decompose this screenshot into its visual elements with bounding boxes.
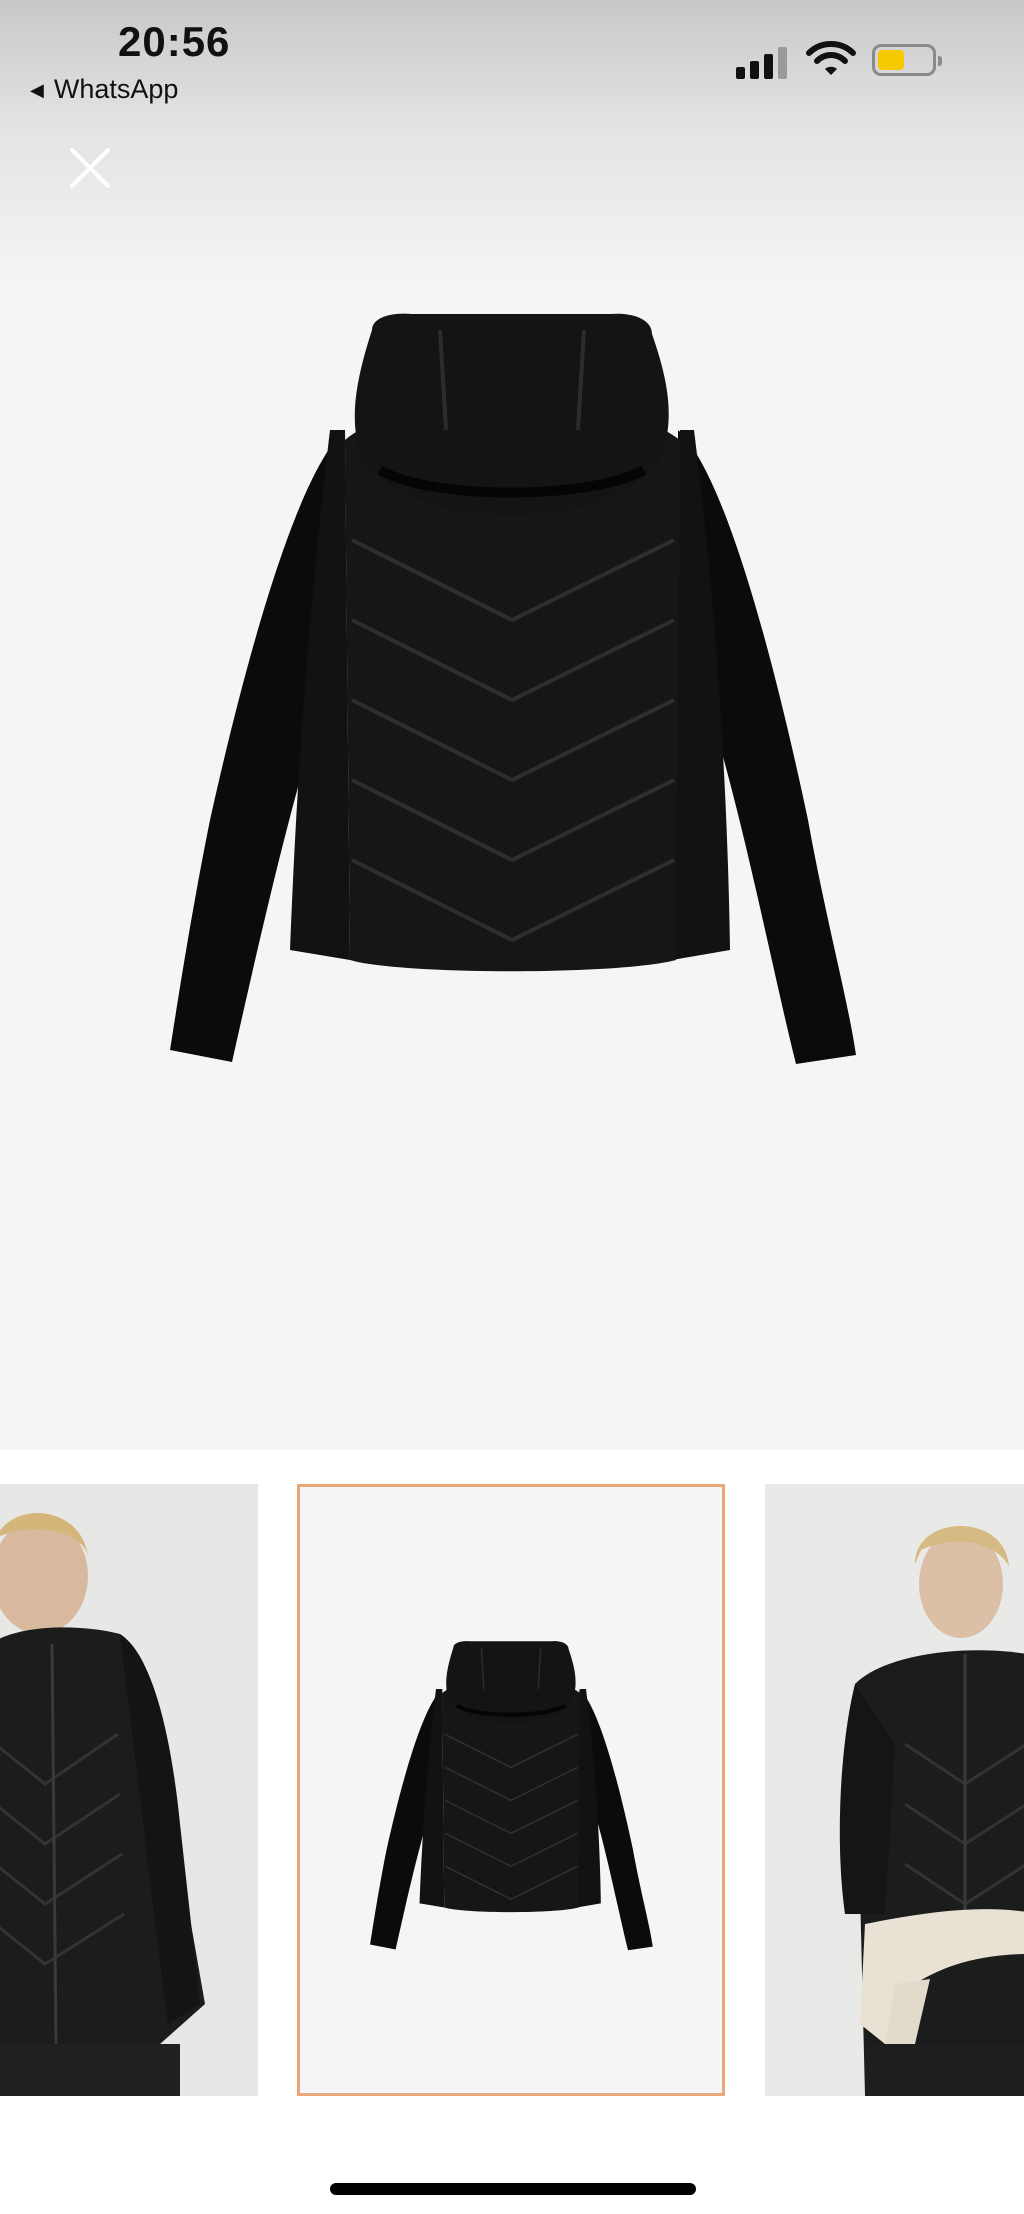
top-overlay: 20:56 ◀ WhatsApp: [0, 0, 1024, 290]
model-front-image: [0, 1513, 205, 2096]
thumbnail-model-sweater[interactable]: [765, 1484, 1024, 2096]
back-to-app-link[interactable]: ◀ WhatsApp: [30, 74, 178, 105]
jacket-back-image: [0, 290, 1024, 1450]
wifi-icon: [806, 41, 856, 75]
thumbnail-strip: [0, 1450, 1024, 2140]
back-arrow-icon: ◀: [30, 80, 44, 100]
thumbnail-jacket-back[interactable]: [297, 1484, 725, 2096]
home-indicator[interactable]: [330, 2183, 696, 2195]
main-product-image[interactable]: [0, 290, 1024, 1450]
cellular-signal-icon: [736, 45, 790, 79]
jacket-back-thumbnail-image: [300, 1487, 722, 2093]
back-app-label: WhatsApp: [53, 74, 179, 104]
model-sweater-image: [839, 1526, 1024, 2096]
battery-icon: [872, 44, 942, 76]
close-icon[interactable]: [68, 146, 112, 190]
status-time: 20:56: [118, 18, 231, 65]
thumbnail-model-front[interactable]: [0, 1484, 258, 2096]
